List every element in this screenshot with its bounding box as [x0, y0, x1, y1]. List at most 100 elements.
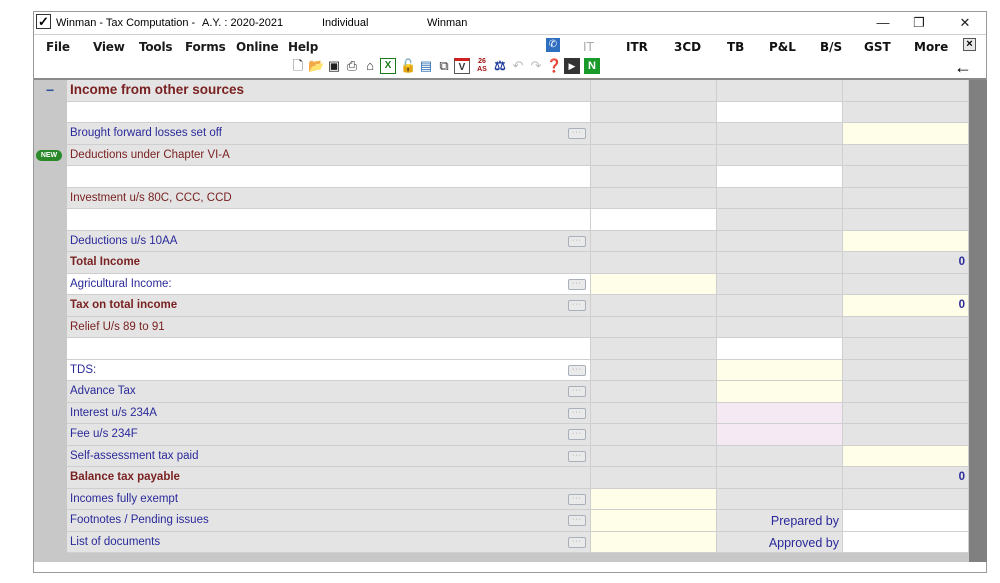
value-cell-2[interactable] [717, 424, 843, 446]
value-cell-2 [717, 316, 843, 338]
menu-forms[interactable]: Forms [185, 40, 226, 54]
value-cell-2[interactable] [717, 166, 843, 188]
ellipsis-button[interactable]: ··· [568, 515, 586, 526]
assessment-year: A.Y. : 2020-2021 [202, 17, 284, 29]
value-cell-1 [591, 467, 717, 489]
value-cell-3[interactable]: 0 [843, 295, 969, 317]
value-cell-1 [591, 359, 717, 381]
value-cell-2[interactable] [717, 381, 843, 403]
table-row: Brought forward losses set off ··· [67, 123, 969, 145]
value-cell-3 [843, 144, 969, 166]
close-button[interactable]: ✕ [950, 13, 980, 33]
value-cell-2: Approved by [717, 531, 843, 553]
restore-button[interactable]: ❐ [904, 13, 934, 33]
computed-value: 0 [958, 256, 965, 268]
form-v-icon[interactable]: V [454, 58, 470, 74]
minimize-button[interactable]: — [868, 13, 898, 33]
open-folder-icon[interactable]: 📂 [308, 58, 324, 74]
undo-icon[interactable]: ↶ [510, 58, 526, 74]
signoff-label: Prepared by [770, 514, 839, 528]
row-label-cell: Deductions u/s 10AA ··· [67, 230, 591, 252]
row-label: Incomes fully exempt [70, 492, 179, 505]
import-icon[interactable]: ▤ [418, 58, 434, 74]
value-cell-3: 0 [843, 467, 969, 489]
new-badge-icon: NEW [36, 150, 62, 161]
value-cell-1[interactable] [591, 510, 717, 532]
menu-3cd[interactable]: 3CD [674, 40, 701, 54]
value-cell-1 [591, 338, 717, 360]
ellipsis-button[interactable]: ··· [568, 128, 586, 139]
value-cell-3 [843, 424, 969, 446]
value-cell-3[interactable] [843, 445, 969, 467]
help-support-icon[interactable]: ❓ [546, 58, 562, 74]
value-cell-3[interactable] [843, 510, 969, 532]
value-cell-1[interactable] [591, 488, 717, 510]
menu-help[interactable]: Help [288, 40, 318, 54]
ellipsis-button[interactable]: ··· [568, 493, 586, 505]
value-cell-2 [717, 252, 843, 274]
menu-bs[interactable]: B/S [820, 40, 842, 54]
26as-icon[interactable]: 26 AS [474, 58, 490, 74]
value-cell-2[interactable] [717, 101, 843, 123]
ellipsis-button[interactable]: ··· [568, 429, 586, 440]
row-label-cell: Deductions under Chapter VI-A [67, 144, 591, 166]
collapse-section-icon[interactable]: − [46, 82, 54, 98]
value-cell-3 [843, 402, 969, 424]
ellipsis-button[interactable]: ··· [568, 407, 586, 419]
row-label: TDS: [70, 363, 97, 376]
home-icon[interactable]: ⌂ [362, 58, 378, 74]
value-cell-1[interactable] [591, 209, 717, 231]
menu-view[interactable]: View [93, 40, 125, 54]
menu-bar: File View Tools Forms Online Help ✆ IT I… [34, 34, 986, 56]
user-name: Winman [427, 17, 468, 29]
value-cell-3 [843, 316, 969, 338]
menu-itr[interactable]: ITR [626, 40, 648, 54]
back-arrow-icon[interactable]: ← [954, 57, 972, 78]
menu-file[interactable]: File [46, 40, 70, 54]
value-cell-2[interactable] [717, 338, 843, 360]
copy-icon[interactable]: ⧉ [436, 58, 452, 74]
menu-online[interactable]: Online [236, 40, 279, 54]
value-cell-3 [843, 166, 969, 188]
ellipsis-button[interactable]: ··· [568, 386, 586, 397]
value-cell-3[interactable] [843, 123, 969, 145]
redo-icon[interactable]: ↷ [528, 58, 544, 74]
ellipsis-button[interactable]: ··· [568, 300, 586, 311]
value-cell-2 [717, 295, 843, 317]
video-icon[interactable]: ▶ [564, 58, 580, 74]
table-row: Agricultural Income: ··· [67, 273, 969, 295]
ellipsis-button[interactable]: ··· [568, 278, 586, 290]
close-doc-button[interactable]: × [963, 38, 976, 51]
value-cell-2[interactable] [717, 402, 843, 424]
menu-it[interactable]: IT [583, 40, 594, 54]
row-label-cell: Brought forward losses set off ··· [67, 123, 591, 145]
new-file-icon[interactable]: 🗋 [290, 58, 306, 74]
menu-tools[interactable]: Tools [139, 40, 173, 54]
excel-icon[interactable]: X [380, 58, 396, 74]
value-cell-2[interactable] [717, 359, 843, 381]
ellipsis-button[interactable]: ··· [568, 235, 586, 247]
menu-pl[interactable]: P&L [769, 40, 796, 54]
n-icon[interactable]: N [584, 58, 600, 74]
value-cell-3 [843, 488, 969, 510]
ellipsis-button[interactable]: ··· [568, 450, 586, 462]
scale-icon[interactable]: ⚖ [492, 58, 508, 74]
menu-more[interactable]: More [914, 40, 948, 54]
lock-icon[interactable]: 🔓 [400, 58, 416, 74]
value-cell-3[interactable] [843, 230, 969, 252]
print-icon[interactable]: ⎙ [344, 58, 360, 74]
value-cell-3 [843, 381, 969, 403]
tax-computation-grid: − NEW Income from other sources Brought f… [34, 80, 987, 562]
phone-icon[interactable]: ✆ [546, 38, 560, 52]
vertical-scrollbar[interactable] [969, 80, 987, 562]
menu-gst[interactable]: GST [864, 40, 891, 54]
ellipsis-button[interactable]: ··· [568, 536, 586, 548]
ellipsis-button[interactable]: ··· [568, 364, 586, 376]
computed-value: 0 [958, 299, 965, 311]
table-row [67, 338, 969, 360]
menu-tb[interactable]: TB [727, 40, 744, 54]
save-icon[interactable]: ▣ [326, 58, 342, 74]
value-cell-1[interactable] [591, 531, 717, 553]
value-cell-1[interactable] [591, 273, 717, 295]
value-cell-3[interactable] [843, 531, 969, 553]
